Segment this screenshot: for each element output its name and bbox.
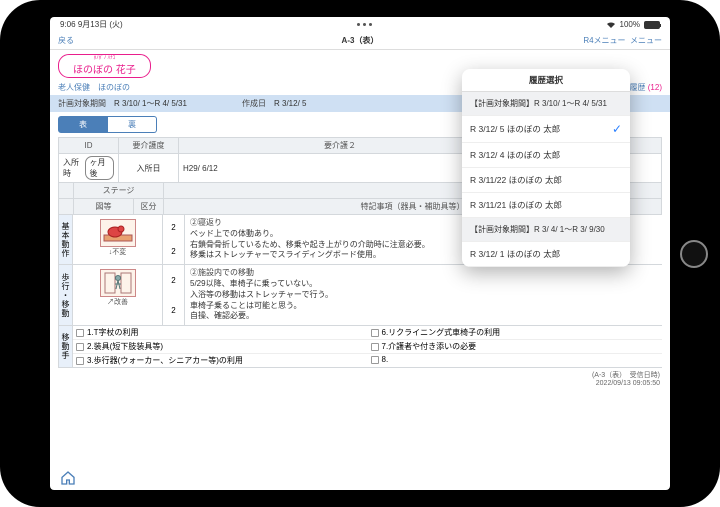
status-time: 9:06 [60, 20, 76, 29]
arrow-1: ↓不変 [75, 249, 160, 257]
patient-ruby: ﾎﾉﾎﾞﾉ ﾊﾅｺ [73, 56, 136, 61]
home-icon[interactable] [60, 470, 76, 486]
r2-l3: 車椅子乗ることは可能と思う。 [190, 301, 657, 312]
patient-name: ほのぼの 花子 [73, 65, 136, 76]
status-bar: 9:06 9月13日 (火) 100% [50, 17, 670, 32]
battery-percent: 100% [620, 20, 640, 29]
footer: (A-3（表） 受信日時) 2022/09/13 09:05:50 [50, 368, 670, 389]
footer-l1: (A-3（表） 受信日時) [60, 370, 660, 380]
side-basic: 基本動作 [58, 215, 73, 264]
menu[interactable]: メニュー [630, 36, 662, 45]
v-care: 要介護２ [179, 138, 502, 153]
checkbox-grid: 移動手 1.T字杖の利用 2.装具(短下肢装具等) 3.歩行器(ウォーカー、シニ… [58, 325, 662, 368]
tab-back[interactable]: 裏 [108, 116, 157, 133]
r2-l4: 自操、確認必要。 [190, 311, 657, 322]
back-button[interactable]: 戻る [58, 35, 74, 46]
history-link[interactable]: 履歴 (12) [630, 82, 662, 93]
popover-item[interactable]: R 3/12/ 1 ほのぼの 太郎 [462, 242, 630, 267]
plan-period-label: 計画対象期間 [58, 98, 106, 109]
footer-l2: 2022/09/13 09:05:50 [60, 380, 660, 387]
h-care: 要介護度 [119, 138, 179, 153]
r2-l2: 入浴等の移動はストレッチャーで行う。 [190, 290, 657, 301]
tab-front[interactable]: 表 [58, 116, 108, 133]
chk-2[interactable] [76, 343, 84, 351]
h-zutou: 図等 [74, 199, 134, 214]
popover-item[interactable]: R 3/12/ 4 ほのぼの 太郎 [462, 143, 630, 168]
illust-bed [100, 219, 136, 247]
side-idou: 移動手 [58, 326, 73, 367]
plan-period-value: R 3/10/ 1～R 4/ 5/31 [114, 98, 234, 109]
v-nyushobi: H29/ 6/12 [179, 154, 502, 182]
popover-item[interactable]: R 3/11/22 ほのぼの 太郎 [462, 168, 630, 193]
popover-item[interactable]: R 3/11/21 ほのぼの 太郎 [462, 193, 630, 218]
nyusho-label: 入所時 [63, 157, 83, 179]
chk-7-label: 7.介護者や付き添いの必要 [382, 341, 477, 352]
chk-8[interactable] [371, 356, 379, 364]
popover-range: 【計画対象期間】R 3/10/ 1～R 4/ 5/31 [462, 92, 630, 116]
chk-1-label: 1.T字杖の利用 [87, 327, 139, 338]
side-walk: 歩行・移動 [58, 265, 73, 325]
chk-7[interactable] [371, 343, 379, 351]
tablet-frame: 9:06 9月13日 (火) 100% 戻る A-3（表） R4メニュー メニュ… [0, 0, 720, 507]
h-stage: ステージ [74, 183, 164, 198]
history-popover: 履歴選択 【計画対象期間】R 3/10/ 1～R 4/ 5/31R 3/12/ … [462, 69, 630, 267]
kbn2-2: 2 [171, 306, 175, 315]
chk-1[interactable] [76, 329, 84, 337]
kbn1-1: 2 [171, 223, 175, 232]
chk-3[interactable] [76, 357, 84, 365]
check-icon: ✓ [612, 122, 622, 136]
page-title: A-3（表） [342, 35, 379, 46]
patient-name-chip[interactable]: ﾎﾉﾎﾞﾉ ﾊﾅｺ ほのぼの 花子 [58, 54, 151, 78]
r2-l1: 5/29以降、車椅子に乗っていない。 [190, 279, 657, 290]
created-value: R 3/12/ 5 [274, 99, 306, 108]
r2-title: ②施設内での移動 [190, 268, 657, 279]
chk-2-label: 2.装具(短下肢装具等) [87, 341, 163, 352]
r4-menu[interactable]: R4メニュー [583, 36, 625, 45]
popover-item[interactable]: R 3/12/ 5 ほのぼの 太郎✓ [462, 116, 630, 143]
kbn1-2: 2 [171, 247, 175, 256]
created-label: 作成日 [242, 98, 266, 109]
tsukigo-chip[interactable]: ヶ月後 [85, 156, 115, 180]
popover-title: 履歴選択 [462, 69, 630, 92]
link-honobono[interactable]: ほのぼの [98, 82, 130, 93]
chk-8-label: 8. [382, 355, 389, 364]
link-rojin[interactable]: 老人保健 [58, 82, 90, 93]
wifi-icon [606, 21, 616, 29]
screen: 9:06 9月13日 (火) 100% 戻る A-3（表） R4メニュー メニュ… [50, 17, 670, 490]
h-nyushobi: 入所日 [119, 154, 179, 182]
chk-3-label: 3.歩行器(ウォーカー、シニアカー等)の利用 [87, 355, 243, 366]
illust-walk [100, 269, 136, 297]
h-id: ID [59, 138, 119, 153]
section-walk: 歩行・移動 ↗改善 2 2 ②施設内での移動 5/29以降、車椅子に乗っていない… [58, 264, 662, 325]
battery-icon [644, 21, 660, 29]
home-button[interactable] [680, 240, 708, 268]
chk-6[interactable] [371, 329, 379, 337]
popover-range: 【計画対象期間】R 3/ 4/ 1～R 3/ 9/30 [462, 218, 630, 242]
arrow-2: ↗改善 [75, 299, 160, 307]
chk-6-label: 6.リクライニング式車椅子の利用 [382, 327, 501, 338]
nav-bar: 戻る A-3（表） R4メニュー メニュー [50, 32, 670, 50]
kbn2-1: 2 [171, 276, 175, 285]
status-date: 9月13日 (火) [78, 20, 123, 29]
h-kbn: 区分 [134, 199, 164, 214]
